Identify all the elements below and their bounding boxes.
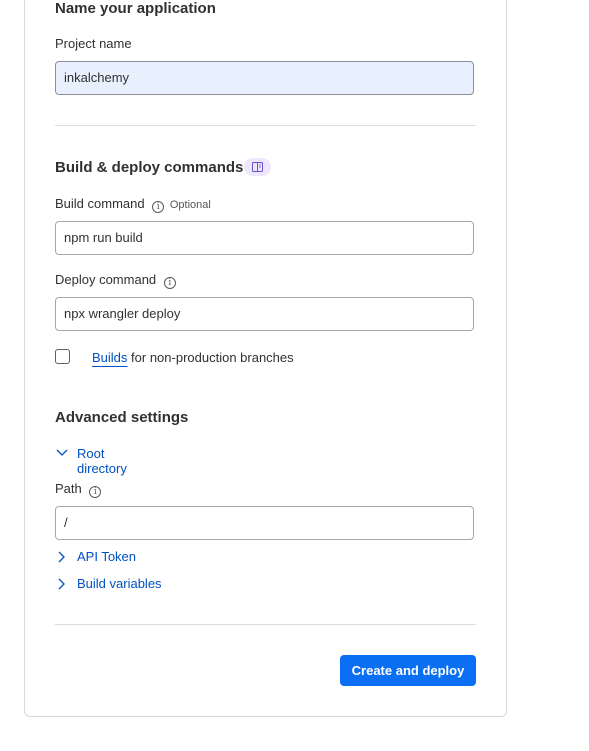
deploy-command-label: Deploy command xyxy=(55,272,157,287)
info-icon[interactable]: i xyxy=(89,486,102,498)
build-command-label-row: Build command i Optional xyxy=(55,196,211,213)
chevron-right-icon xyxy=(58,578,65,590)
chevron-right-icon xyxy=(58,551,65,563)
path-label: Path xyxy=(55,481,82,496)
api-token-label: API Token xyxy=(77,549,137,564)
create-and-deploy-button[interactable]: Create and deploy xyxy=(340,655,476,686)
book-icon xyxy=(252,162,263,172)
non-production-builds-label: Builds for non-production branches xyxy=(92,350,294,365)
builds-suffix: for non-production branches xyxy=(127,350,294,365)
build-command-input[interactable]: npm run build xyxy=(55,221,474,255)
deploy-command-label-row: Deploy command i xyxy=(55,272,176,289)
info-icon[interactable]: i xyxy=(163,277,176,289)
info-icon[interactable]: i xyxy=(152,201,165,213)
path-input[interactable]: / xyxy=(55,506,474,540)
divider-bottom xyxy=(55,624,476,625)
name-section-title: Name your application xyxy=(55,0,216,17)
project-name-input[interactable]: inkalchemy xyxy=(55,61,474,95)
root-directory-label: Root directory xyxy=(77,446,127,476)
optional-tag: Optional xyxy=(169,199,211,211)
builds-link[interactable]: Builds xyxy=(92,350,127,365)
docs-badge[interactable] xyxy=(244,158,271,176)
build-section-title: Build & deploy commands xyxy=(55,159,244,176)
non-production-builds-checkbox[interactable] xyxy=(55,349,70,364)
build-command-label: Build command xyxy=(55,196,145,211)
project-name-label: Project name xyxy=(55,36,132,51)
chevron-down-icon xyxy=(56,449,68,456)
advanced-settings-title: Advanced settings xyxy=(55,409,189,426)
divider-top xyxy=(55,125,476,126)
path-label-row: Path i xyxy=(55,481,102,498)
build-variables-label: Build variables xyxy=(77,576,162,591)
deploy-command-input[interactable]: npx wrangler deploy xyxy=(55,297,474,331)
